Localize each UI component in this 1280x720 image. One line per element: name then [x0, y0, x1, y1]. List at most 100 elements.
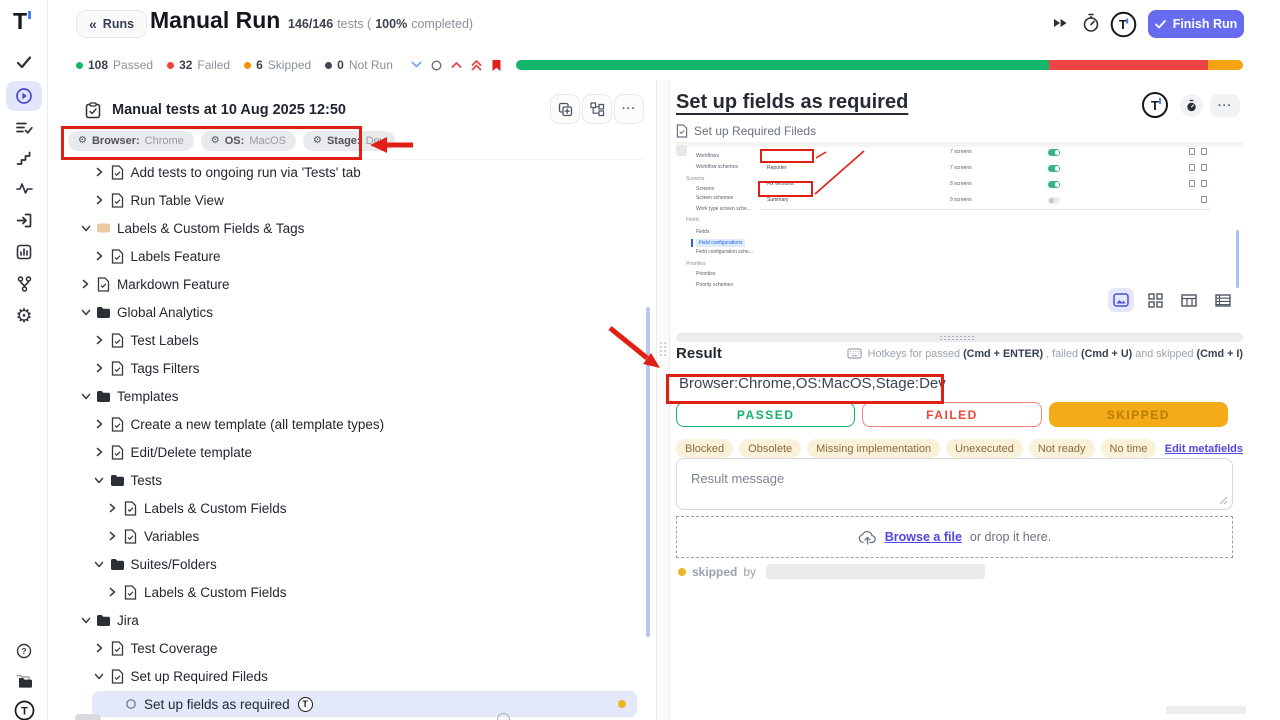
panel-resize-divider[interactable] — [656, 80, 670, 720]
collapse-icon[interactable] — [411, 61, 422, 69]
tree-item[interactable]: Test Labels — [48, 326, 656, 354]
tree-item[interactable]: Suites/Folders — [48, 550, 656, 578]
run-name[interactable]: Manual tests at 10 Aug 2025 12:50 — [112, 102, 346, 118]
help-icon[interactable]: ? — [0, 638, 48, 664]
browse-file-link[interactable]: Browse a file — [885, 530, 962, 544]
image-view-icon[interactable] — [1108, 288, 1134, 312]
tree-item[interactable]: Tags Filters — [48, 354, 656, 382]
tree-item[interactable]: Set up Required Fileds — [48, 662, 656, 690]
more-options-button[interactable]: ··· — [614, 94, 644, 124]
settings-gear-icon[interactable]: ⚙ — [0, 303, 48, 329]
tree-item[interactable]: Labels & Custom Fields & Tags — [48, 214, 656, 242]
runs-icon[interactable] — [0, 83, 48, 109]
branches-icon[interactable] — [0, 271, 48, 297]
tree-item[interactable]: Markdown Feature — [48, 270, 656, 298]
list-view-icon[interactable] — [1210, 288, 1236, 312]
chevron-right-icon[interactable] — [105, 531, 120, 541]
test-title[interactable]: Set up fields as required — [676, 91, 908, 114]
tree-item[interactable]: Edit/Delete template — [48, 438, 656, 466]
metafield-pill[interactable]: Obsolete — [739, 439, 801, 458]
tree-item[interactable]: Labels Feature — [48, 242, 656, 270]
chevron-right-icon[interactable] — [92, 643, 107, 653]
passed-button[interactable]: PASSED — [676, 402, 855, 427]
assignee-avatar[interactable]: T — [1142, 92, 1168, 118]
tree-item[interactable]: Create a new template (all template type… — [48, 410, 656, 438]
chevron-down-icon[interactable] — [78, 224, 93, 233]
tree-item[interactable]: Labels & Custom Fields — [48, 494, 656, 522]
projects-folder-icon[interactable] — [0, 668, 48, 694]
pulse-icon[interactable] — [0, 175, 48, 201]
failed-button[interactable]: FAILED — [862, 402, 1041, 427]
chevron-down-icon[interactable] — [78, 308, 93, 317]
tree-item[interactable]: Set up fields as requiredT — [48, 690, 656, 718]
chevron-right-icon[interactable] — [92, 447, 107, 457]
tree-item[interactable]: Test Coverage — [48, 634, 656, 662]
tree-item[interactable]: Variables — [48, 522, 656, 550]
chevron-right-icon[interactable] — [92, 195, 107, 205]
percent-complete: 100% — [375, 17, 407, 31]
result-message-input[interactable] — [676, 458, 1233, 510]
steps-icon[interactable] — [0, 145, 48, 171]
chevron-down-icon[interactable] — [78, 392, 93, 401]
test-plans-icon[interactable] — [0, 115, 48, 141]
finish-run-button[interactable]: Finish Run — [1148, 10, 1244, 38]
grid-view-icon[interactable] — [1142, 288, 1168, 312]
file-dropzone[interactable]: Browse a file or drop it here. — [676, 516, 1233, 558]
result-resize-handle[interactable] — [676, 333, 1243, 342]
chevron-right-icon[interactable] — [92, 419, 107, 429]
chevron-down-icon[interactable] — [92, 476, 107, 485]
import-icon[interactable] — [0, 207, 48, 233]
tree-item-label: Labels Feature — [131, 249, 221, 264]
profile-avatar[interactable]: T — [0, 697, 48, 720]
tree-view-button[interactable] — [582, 94, 612, 124]
chevron-right-icon[interactable] — [92, 335, 107, 345]
tree-item[interactable]: Run Table View — [48, 186, 656, 214]
tree-scrollbar[interactable] — [646, 307, 650, 637]
tree-item[interactable]: Tests — [48, 466, 656, 494]
chevron-right-icon[interactable] — [78, 279, 93, 289]
bookmark-icon[interactable] — [491, 59, 502, 72]
tests-icon[interactable] — [0, 49, 48, 75]
skipped-button[interactable]: SKIPPED — [1049, 402, 1228, 427]
chevron-up-icon[interactable] — [451, 61, 462, 69]
tree-item[interactable]: Global Analytics — [48, 298, 656, 326]
circle-marker-icon[interactable] — [431, 60, 442, 71]
chevron-right-icon[interactable] — [92, 251, 107, 261]
config-tag-pill[interactable]: ⚙Browser: Chrome — [68, 131, 194, 151]
edit-metafields-link[interactable]: Edit metafields — [1165, 443, 1243, 455]
more-options-button[interactable]: ··· — [1210, 94, 1240, 117]
table-view-icon[interactable] — [1176, 288, 1202, 312]
reports-icon[interactable] — [0, 239, 48, 265]
chevron-right-icon[interactable] — [105, 587, 120, 597]
metafield-pill[interactable]: Blocked — [676, 439, 733, 458]
timer-icon[interactable] — [1081, 13, 1101, 33]
metafield-pill[interactable]: No time — [1101, 439, 1157, 458]
config-tag-pill[interactable]: ⚙Stage: Dev — [303, 131, 395, 151]
tree-item[interactable]: Templates — [48, 382, 656, 410]
config-tag-pill[interactable]: ⚙OS: MacOS — [201, 131, 296, 151]
tree-item[interactable]: Jira — [48, 606, 656, 634]
duplicate-button[interactable] — [550, 94, 580, 124]
tree-item[interactable]: Labels & Custom Fields — [48, 578, 656, 606]
app-logo-icon[interactable]: T — [13, 8, 27, 35]
metafield-pill[interactable]: Missing implementation — [807, 439, 940, 458]
metafield-pill[interactable]: Unexecuted — [946, 439, 1023, 458]
metafield-pill[interactable]: Not ready — [1029, 439, 1095, 458]
tree-item[interactable]: Add tests to ongoing run via 'Tests' tab — [48, 158, 656, 186]
breadcrumb[interactable]: Set up Required Fileds — [676, 124, 816, 138]
chevron-right-icon[interactable] — [105, 503, 120, 513]
chevron-right-icon[interactable] — [92, 363, 107, 373]
attachment-preview[interactable]: WorkflowsWorkflow schemesScreensScreensS… — [676, 142, 1243, 288]
user-avatar[interactable]: T — [1110, 11, 1137, 38]
double-chevron-up-icon[interactable] — [471, 59, 482, 71]
chevron-down-icon[interactable] — [92, 560, 107, 569]
chevron-down-icon[interactable] — [78, 616, 93, 625]
chevron-right-icon[interactable] — [92, 167, 107, 177]
back-to-runs-button[interactable]: « Runs — [76, 10, 147, 38]
drag-handle[interactable] — [660, 342, 666, 356]
chevron-down-icon[interactable] — [92, 672, 107, 681]
fast-forward-icon[interactable] — [1052, 17, 1068, 29]
tree-item-label: Templates — [117, 389, 179, 404]
timer-button[interactable] — [1180, 94, 1203, 117]
gear-icon: ⚙ — [313, 136, 322, 146]
